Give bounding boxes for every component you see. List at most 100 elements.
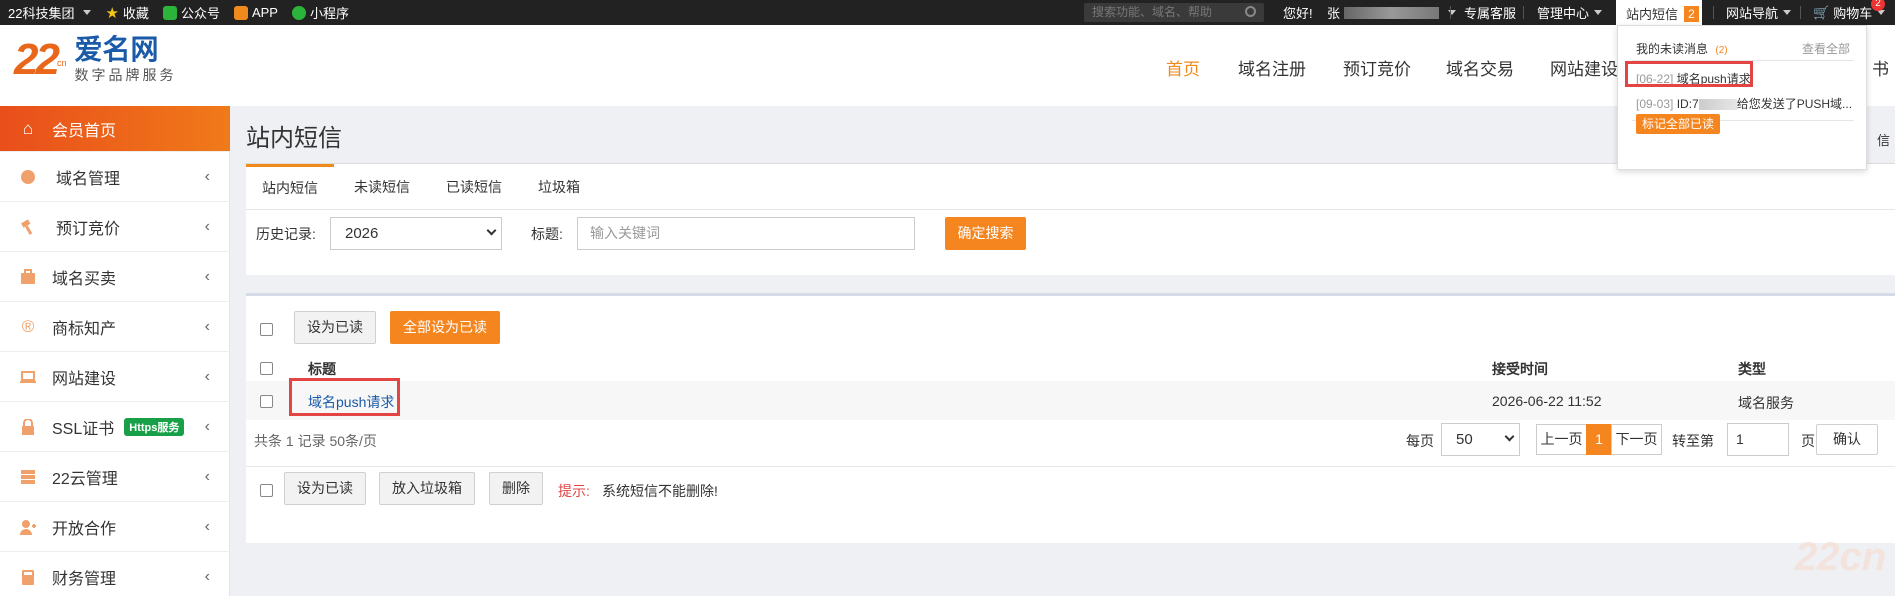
sidebar-item-bid[interactable]: 预订竞价 ‹ (0, 202, 230, 252)
view-all-link[interactable]: 查看全部 (1802, 40, 1850, 57)
select-all-checkbox[interactable] (260, 323, 273, 336)
mark-all-read-link[interactable]: 标记全部已读 (1636, 114, 1720, 134)
page-1-button[interactable]: 1 (1586, 424, 1612, 455)
chevron-left-icon: ‹ (204, 267, 210, 285)
sidebar-item-cloud[interactable]: 22云管理 ‹ (0, 452, 230, 502)
sidebar-item-partner[interactable]: 开放合作 ‹ (0, 502, 230, 552)
chevron-down-icon (83, 10, 92, 15)
nav-site-build[interactable]: 网站建设 (1550, 55, 1618, 80)
service-link[interactable]: 专属客服 (1464, 0, 1516, 25)
message-list-panel: 设为已读 全部设为已读 标题 接受时间 类型 域名push请求 2026-06-… (246, 293, 1895, 543)
search-icon[interactable] (1245, 6, 1256, 17)
sidebar-item-home[interactable]: ⌂ 会员首页 (0, 106, 230, 152)
nav-trade[interactable]: 域名交易 (1446, 55, 1514, 80)
row-time: 2026-06-22 11:52 (1492, 393, 1602, 409)
sidebar-item-label: 预订竞价 (56, 220, 121, 238)
server-icon (20, 469, 36, 485)
wechat-icon (162, 5, 177, 20)
dropdown-count: (2) (1715, 45, 1728, 56)
highlight-box (289, 378, 400, 416)
sidebar-item-label: SSL证书 (52, 420, 115, 438)
sidebar: ⌂ 会员首页 域名管理 ‹ 预订竞价 ‹ 域名买卖 ‹ ® 商标知产 ‹ 网站建… (0, 106, 230, 596)
tab-inbox[interactable]: 站内短信 (246, 164, 334, 209)
app-label: APP (251, 5, 278, 20)
delete-button[interactable]: 删除 (489, 472, 543, 505)
top-search-placeholder: 搜索功能、域名、帮助 (1092, 5, 1213, 19)
dropdown-head-label: 我的未读消息 (1636, 42, 1709, 56)
logo-slogan: 数字品牌服务 (74, 67, 177, 83)
nav-cut[interactable]: 书 (1872, 55, 1889, 80)
sidebar-item-label: 网站建设 (52, 370, 117, 388)
miniprogram-icon (291, 5, 306, 20)
sidebar-item-trademark[interactable]: ® 商标知产 ‹ (0, 302, 230, 352)
logo-number: 22 (14, 35, 60, 84)
messages-dropdown: 我的未读消息 (2) 查看全部 [06-22] 域名push请求 [09-03]… (1617, 25, 1867, 170)
admin-menu[interactable]: 管理中心 (1537, 0, 1603, 25)
tab-unread[interactable]: 未读短信 (334, 164, 426, 209)
nav-home[interactable]: 首页 (1166, 55, 1200, 80)
logo[interactable]: 22 cn 爱名网 数字品牌服务 (14, 35, 176, 85)
app-link[interactable]: APP (233, 5, 278, 20)
logo-cn: cn (56, 58, 67, 68)
prev-page-button[interactable]: 上一页 (1536, 424, 1587, 455)
group-menu[interactable]: 22科技集团 (8, 3, 92, 22)
per-page-select[interactable]: 50 (1441, 423, 1520, 456)
hint-label: 提示: (558, 483, 590, 499)
wechat-link[interactable]: 公众号 (162, 3, 220, 22)
header-checkbox[interactable] (260, 362, 273, 375)
favorite-link[interactable]: ★ 收藏 (105, 3, 148, 22)
row-checkbox[interactable] (260, 395, 273, 408)
per-page-label: 每页 (1406, 433, 1434, 449)
sidebar-item-finance[interactable]: 财务管理 ‹ (0, 552, 230, 596)
next-page-button[interactable]: 下一页 (1611, 424, 1662, 455)
laptop-icon (20, 369, 36, 385)
bottom-select-all-checkbox[interactable] (260, 484, 273, 497)
chevron-down-icon (1783, 10, 1792, 15)
calculator-icon (20, 569, 36, 585)
chevron-left-icon: ‹ (204, 167, 210, 185)
nav-domain-register[interactable]: 域名注册 (1238, 55, 1306, 80)
sidebar-item-label: 域名买卖 (52, 270, 117, 288)
group-label: 22科技集团 (8, 6, 75, 21)
dropdown-item-rest: 给您发送了PUSH域... (1736, 97, 1853, 111)
bottom-mark-read-button[interactable]: 设为已读 (284, 472, 366, 505)
keyword-input[interactable]: 输入关键词 (577, 217, 915, 250)
sidebar-item-website[interactable]: 网站建设 ‹ (0, 352, 230, 402)
user-menu[interactable]: 张 (1327, 0, 1457, 25)
messages-count-badge: 2 (1684, 5, 1700, 22)
lock-icon (20, 418, 36, 435)
goto-label: 转至第 (1672, 433, 1714, 449)
top-search-input[interactable]: 搜索功能、域名、帮助 (1084, 3, 1264, 22)
miniprogram-link[interactable]: 小程序 (291, 3, 349, 22)
blurred-username (1344, 6, 1440, 19)
mark-read-button[interactable]: 设为已读 (294, 311, 376, 344)
logo-text: 爱名网 数字品牌服务 (74, 35, 176, 85)
goto-page-input[interactable]: 1 (1727, 423, 1789, 456)
history-label: 历史记录: (256, 226, 316, 242)
filter-panel: 站内短信 未读短信 已读短信 垃圾箱 历史记录: 2026 标题: 输入关键词 … (246, 163, 1895, 275)
tab-bar: 站内短信 未读短信 已读短信 垃圾箱 (246, 164, 596, 209)
sidebar-item-buy-sell[interactable]: 域名买卖 ‹ (0, 252, 230, 302)
chevron-down-icon (1504, 431, 1515, 442)
dropdown-item[interactable]: [09-03] ID:7 给您发送了PUSH域... (1636, 95, 1852, 112)
sidebar-item-ssl[interactable]: SSL证书 Https服务 ‹ (0, 402, 230, 452)
cart-label: 购物车 (1833, 6, 1873, 21)
search-button[interactable]: 确定搜索 (945, 217, 1026, 250)
move-to-trash-button[interactable]: 放入垃圾箱 (379, 472, 475, 505)
briefcase-icon (20, 268, 36, 285)
tab-read[interactable]: 已读短信 (426, 164, 518, 209)
user-name: 张 (1327, 6, 1341, 21)
divider (1523, 6, 1524, 19)
messages-menu[interactable]: 站内短信 2 (1616, 0, 1702, 26)
mark-all-read-button[interactable]: 全部设为已读 (390, 311, 500, 344)
sidebar-item-domain[interactable]: 域名管理 ‹ (0, 152, 230, 202)
tab-trash[interactable]: 垃圾箱 (518, 164, 596, 209)
star-icon: ★ (105, 4, 119, 22)
site-nav-menu[interactable]: 网站导航 (1726, 0, 1792, 25)
nav-bid[interactable]: 预订竞价 (1343, 55, 1411, 80)
goto-confirm-button[interactable]: 确认 (1816, 424, 1878, 455)
admin-label: 管理中心 (1537, 6, 1590, 21)
year-select[interactable]: 2026 (330, 217, 502, 250)
page-title: 站内短信 (246, 125, 342, 152)
logo-name: 爱名网 (74, 34, 159, 65)
